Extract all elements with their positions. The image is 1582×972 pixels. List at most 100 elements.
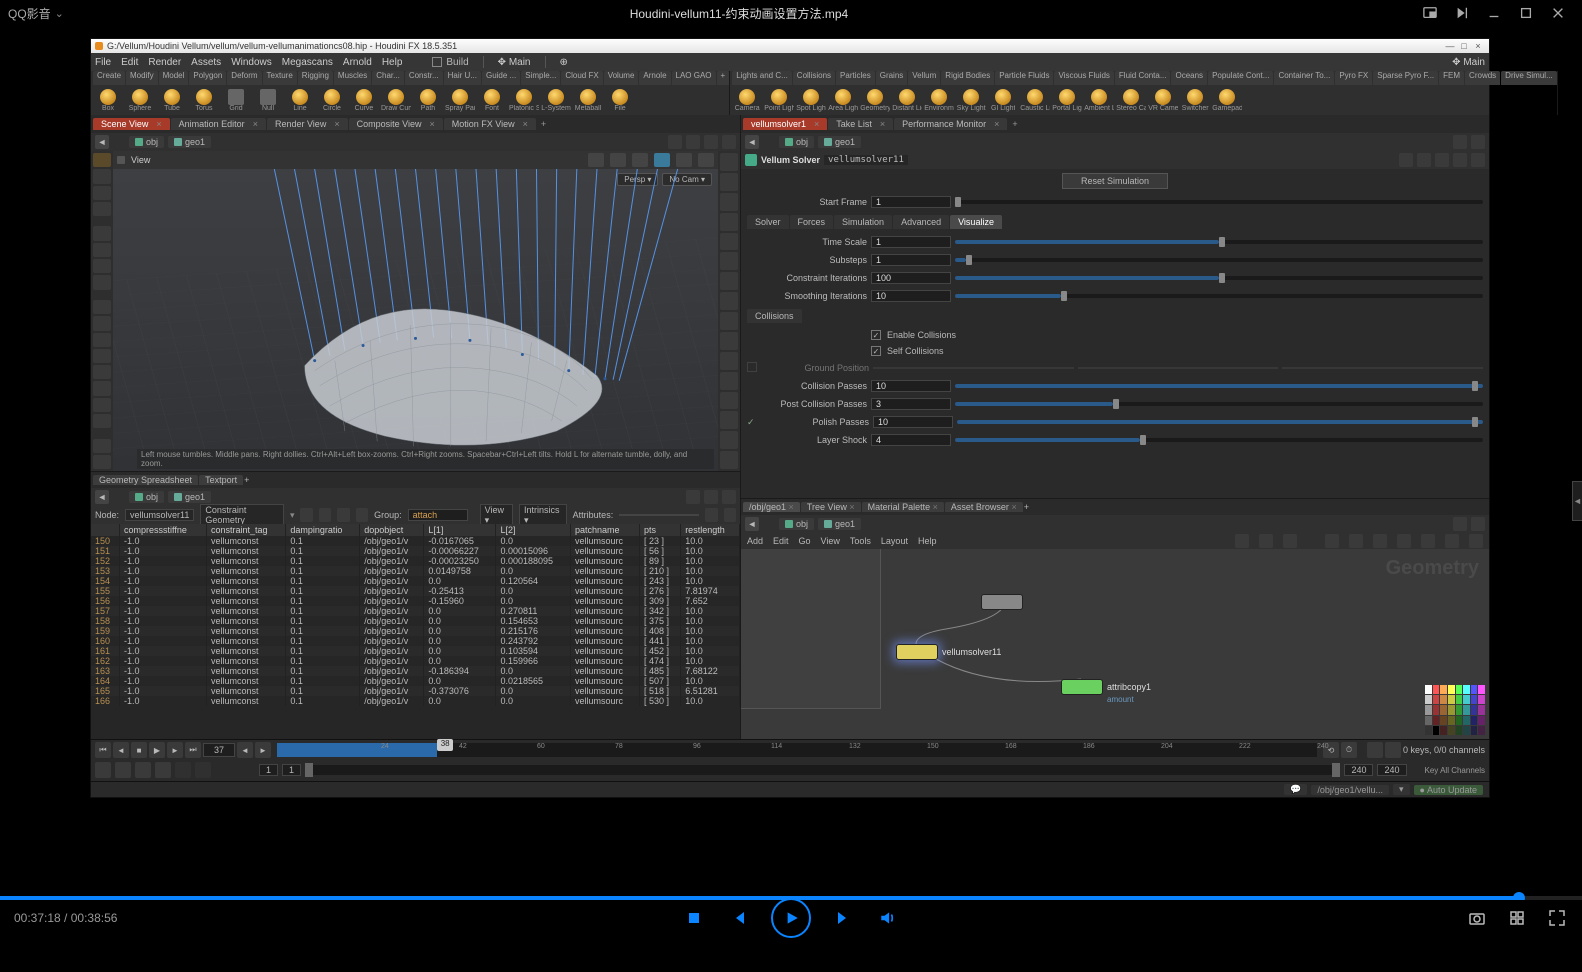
tab-textport[interactable]: Textport [199, 475, 243, 485]
disp-g[interactable] [720, 372, 738, 390]
palette-swatch[interactable] [1463, 705, 1470, 714]
disp-h[interactable] [720, 392, 738, 410]
parm-tab-forces[interactable]: Forces [790, 215, 834, 229]
cpass-input[interactable]: 10 [871, 380, 951, 392]
viewport[interactable]: View Persp ▾ No Cam ▾ [113, 151, 718, 471]
shelf-light-switcher[interactable]: Switcher [1180, 87, 1210, 113]
path-pin-icon[interactable] [668, 135, 682, 149]
shelf-tool-metaball[interactable]: Metaball [573, 87, 603, 113]
palette-swatch[interactable] [1448, 685, 1455, 694]
ground-y[interactable] [1078, 367, 1279, 369]
geo-col-dampingratio[interactable]: dampingratio [286, 524, 360, 536]
net-edit[interactable]: Edit [773, 536, 789, 546]
tool-cplane[interactable] [93, 333, 111, 347]
network-minimap[interactable] [741, 549, 881, 709]
tab-close-icon[interactable]: × [429, 119, 434, 129]
palette-swatch[interactable] [1425, 695, 1432, 704]
geo-table[interactable]: compressstiffneconstraint_tagdampingrati… [91, 524, 740, 739]
status-update-mode[interactable]: ● Auto Update [1414, 785, 1484, 795]
table-row[interactable]: 159-1.0vellumconst0.1/obj/geo1/v0.00.215… [91, 626, 740, 636]
palette-swatch[interactable] [1456, 685, 1463, 694]
tl-stop[interactable]: ■ [131, 742, 147, 758]
geo-class-det[interactable] [356, 508, 368, 522]
vp-other-toggle[interactable] [698, 153, 714, 167]
geo-col-L[2][interactable]: L[2] [496, 524, 571, 536]
scene-tab-animation-editor[interactable]: Animation Editor× [171, 118, 266, 130]
path-back[interactable]: ◄ [95, 135, 109, 149]
palette-swatch[interactable] [1440, 695, 1447, 704]
video-stop-button[interactable] [683, 907, 705, 929]
net-disp7-icon[interactable] [1469, 534, 1483, 548]
menu-main-2[interactable]: ✥ Main [1452, 57, 1485, 68]
palette-swatch[interactable] [1440, 705, 1447, 714]
scene-tab-render-view[interactable]: Render View× [267, 118, 348, 130]
vp-snap-toggle[interactable] [654, 153, 670, 167]
siter-input[interactable]: 10 [871, 290, 951, 302]
pip-button[interactable] [1414, 0, 1446, 26]
shelf-left-tab-8[interactable]: Char... [372, 71, 404, 85]
table-row[interactable]: 160-1.0vellumconst0.1/obj/geo1/v0.00.243… [91, 636, 740, 646]
parm-outer-tab-vellumsolver1[interactable]: vellumsolver1× [743, 118, 827, 130]
shelf-right-tab-16[interactable]: Drive Simul... [1501, 71, 1557, 85]
path-split-icon[interactable] [704, 135, 718, 149]
shelf-light-point-light[interactable]: Point Light [764, 87, 794, 113]
disp-norm[interactable] [720, 173, 738, 191]
palette-swatch[interactable] [1456, 716, 1463, 725]
siter-slider[interactable] [955, 294, 1483, 298]
scene-tab-composite-view[interactable]: Composite View× [349, 118, 443, 130]
video-play-button[interactable] [771, 898, 811, 938]
shelf-tool-platonic-solids[interactable]: Platonic Solids [509, 87, 539, 113]
lshock-slider[interactable] [955, 438, 1483, 442]
timeline-track[interactable]: 38 2442607896114132150168186204222240 [277, 743, 1317, 757]
table-row[interactable]: 154-1.0vellumconst0.1/obj/geo1/v0.00.120… [91, 576, 740, 586]
net-tools[interactable]: Tools [850, 536, 871, 546]
palette-swatch[interactable] [1425, 705, 1432, 714]
net-disp4-icon[interactable] [1397, 534, 1411, 548]
node-attribcopy[interactable]: attribcopy1 amount [1061, 679, 1151, 695]
geo-group-input[interactable]: attach [408, 509, 468, 521]
palette-swatch[interactable] [1471, 705, 1478, 714]
net-view[interactable]: View [821, 536, 840, 546]
view-label[interactable]: View [131, 155, 150, 165]
shelf-left-tab-11[interactable]: Guide ... [482, 71, 520, 85]
geo-col-pts[interactable]: pts [640, 524, 681, 536]
net-opt2-icon[interactable] [1259, 534, 1273, 548]
range-end-2[interactable]: 240 [1377, 764, 1406, 776]
geo-class-vtx[interactable] [319, 508, 331, 522]
shelf-light-caustic-light[interactable]: Caustic Light [1020, 87, 1050, 113]
shelf-light-distant-light[interactable]: Distant Light [892, 87, 922, 113]
shelf-light-gi-light[interactable]: GI Light [988, 87, 1018, 113]
parm-outer-tab-take-list[interactable]: Take List× [828, 118, 893, 130]
shelf-right-tab-14[interactable]: FEM [1439, 71, 1464, 85]
tab-close-icon[interactable]: × [994, 119, 999, 129]
shelf-tool-line[interactable]: Line [285, 87, 315, 113]
net-max-icon[interactable] [1471, 517, 1485, 531]
tl-keyall[interactable]: Key All Channels [1425, 766, 1485, 775]
citer-input[interactable]: 100 [871, 272, 951, 284]
menu-assets[interactable]: Assets [191, 57, 221, 68]
video-volume-button[interactable] [877, 907, 899, 929]
net-tab-asset-browser[interactable]: Asset Browser × [945, 502, 1023, 512]
shelf-tool-sphere[interactable]: Sphere [125, 87, 155, 113]
palette-swatch[interactable] [1456, 726, 1463, 735]
parm-max-icon[interactable] [1471, 135, 1485, 149]
path-obj[interactable]: obj [129, 136, 164, 148]
tab-close-icon[interactable]: × [814, 119, 819, 129]
shelf-tool-file[interactable]: File [605, 87, 635, 113]
self-coll-check[interactable]: ✓ [871, 346, 881, 356]
status-dropdown[interactable]: ▾ [1393, 784, 1410, 795]
parm-search-icon[interactable] [1435, 153, 1449, 167]
menu-help[interactable]: Help [382, 57, 403, 68]
shelf-tool-tube[interactable]: Tube [157, 87, 187, 113]
palette-swatch[interactable] [1456, 695, 1463, 704]
tool-render[interactable] [93, 439, 111, 453]
tab-close-icon[interactable]: × [334, 119, 339, 129]
palette-swatch[interactable] [1456, 705, 1463, 714]
disp-d[interactable] [720, 312, 738, 330]
tab-close-icon[interactable]: × [156, 119, 161, 129]
tl-last[interactable]: ⏭ [185, 742, 201, 758]
shelf-right-tab-8[interactable]: Fluid Conta... [1115, 71, 1171, 85]
palette-swatch[interactable] [1478, 695, 1485, 704]
tab-close-icon[interactable]: × [253, 119, 258, 129]
palette-swatch[interactable] [1448, 716, 1455, 725]
